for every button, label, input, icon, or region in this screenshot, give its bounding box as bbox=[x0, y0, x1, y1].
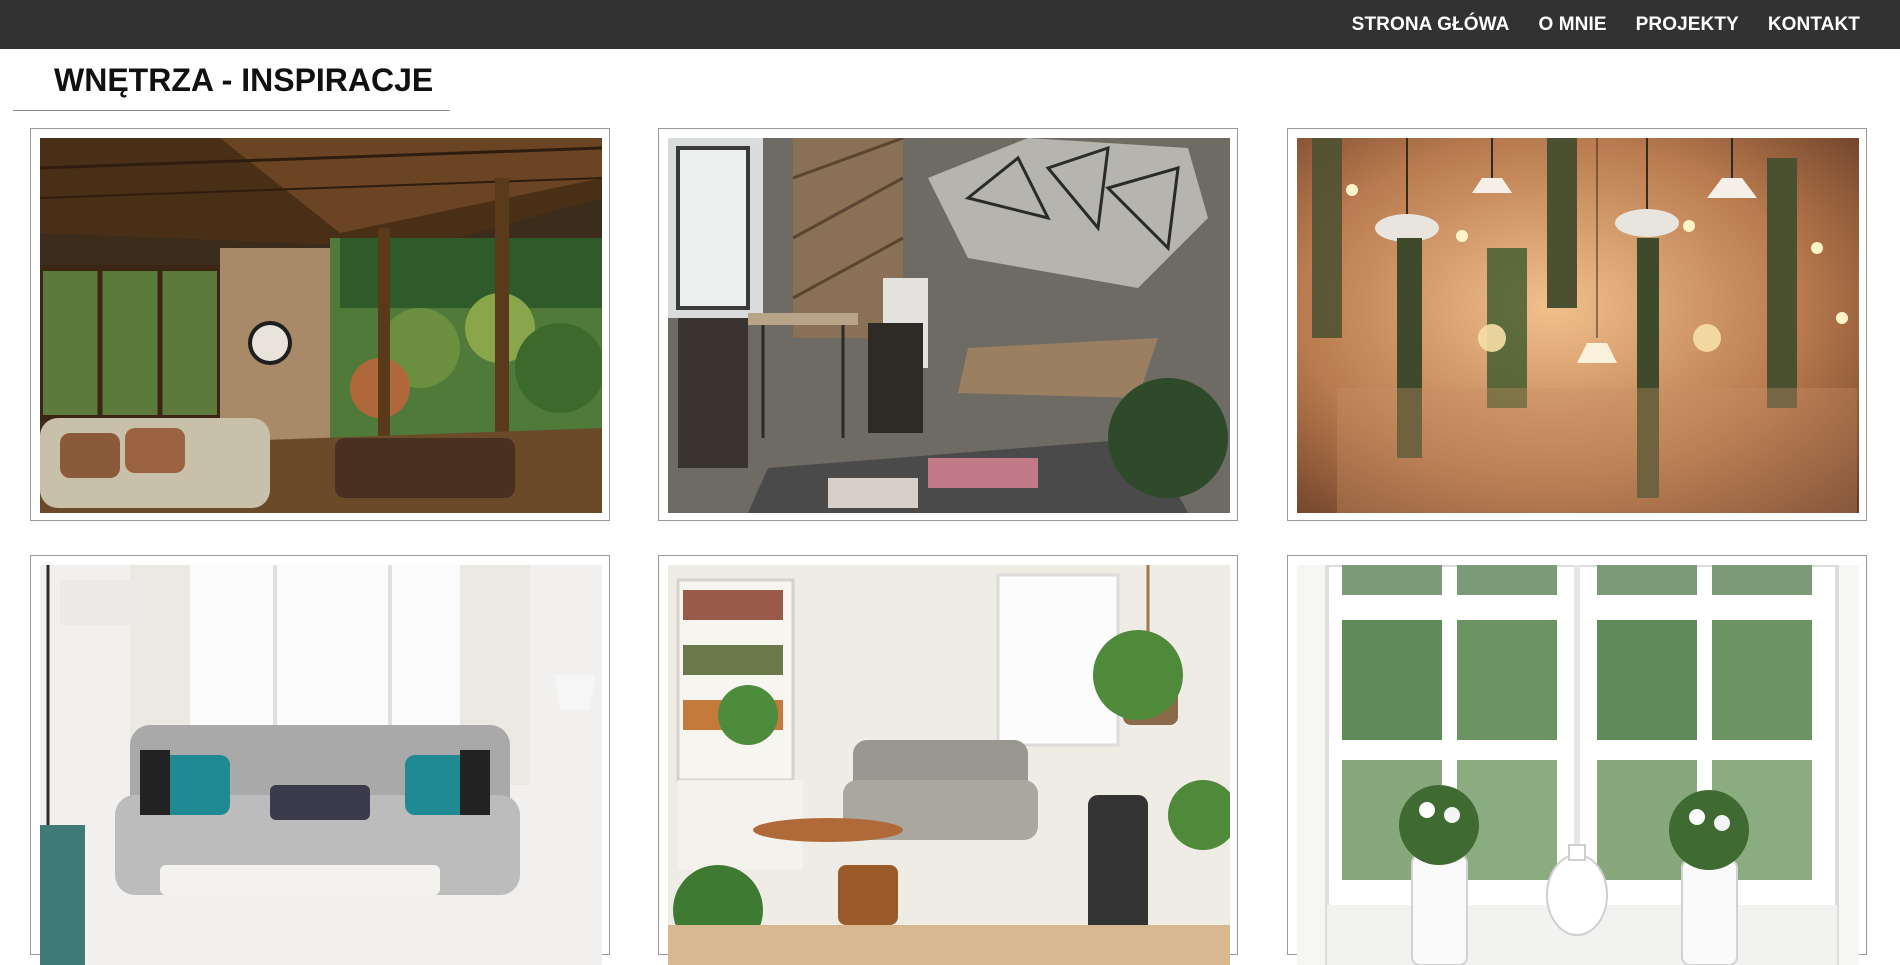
photo-living-room-sofa[interactable] bbox=[40, 565, 602, 965]
photo-hanging-plants[interactable] bbox=[1297, 138, 1859, 513]
nav-link-about[interactable]: O MNIE bbox=[1538, 14, 1606, 36]
nav-link-projects[interactable]: PROJEKTY bbox=[1636, 14, 1739, 36]
photo-porch-living-room[interactable] bbox=[40, 138, 602, 513]
gallery-card-plants[interactable] bbox=[1287, 128, 1867, 521]
gallery-card-cafe[interactable] bbox=[658, 128, 1238, 521]
page-title: WNĘTRZA - INSPIRACJE bbox=[54, 62, 434, 98]
photo-cozy-living-room[interactable] bbox=[668, 565, 1230, 965]
nav-link-contact[interactable]: KONTAKT bbox=[1768, 14, 1860, 36]
main-nav: STRONA GŁÓWA O MNIE PROJEKTY KONTAKT bbox=[1323, 0, 1860, 49]
photo-cafe-interior[interactable] bbox=[668, 138, 1230, 513]
photo-window-flowers[interactable] bbox=[1297, 565, 1859, 965]
top-navigation-bar: STRONA GŁÓWA O MNIE PROJEKTY KONTAKT bbox=[0, 0, 1900, 49]
gallery-card-porch[interactable] bbox=[30, 128, 610, 521]
page-title-section: WNĘTRZA - INSPIRACJE bbox=[13, 60, 450, 111]
nav-link-home[interactable]: STRONA GŁÓWA bbox=[1352, 14, 1510, 36]
gallery-card-cozy-room[interactable] bbox=[658, 555, 1238, 965]
gallery-card-window[interactable] bbox=[1287, 555, 1867, 965]
gallery-card-living-room[interactable] bbox=[30, 555, 610, 965]
